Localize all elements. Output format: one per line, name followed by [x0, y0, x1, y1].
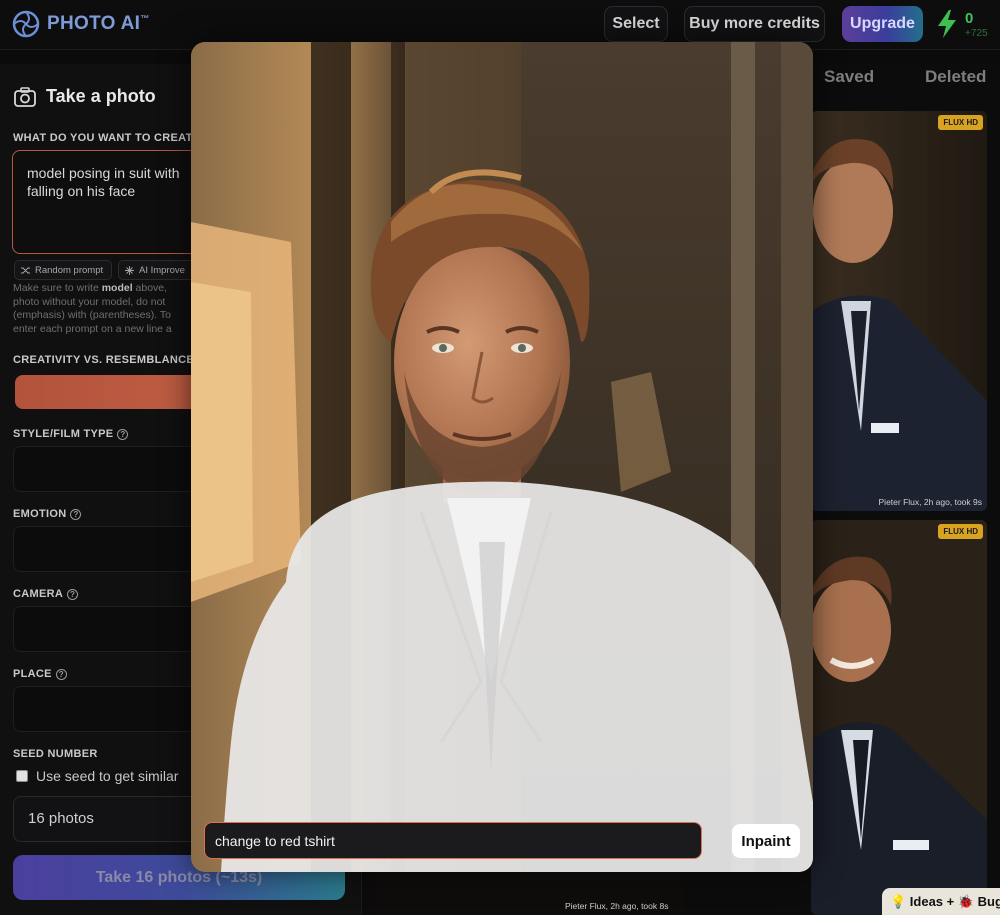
seed-checkbox-label: Use seed to get similar [36, 768, 179, 784]
credits-value: 0 [965, 10, 974, 27]
select-button[interactable]: Select [604, 6, 668, 42]
lightning-bolt-icon [938, 10, 956, 38]
ai-improve-label: AI Improve [139, 264, 185, 276]
place-label: PLACE ? [13, 668, 67, 680]
panel-title: Take a photo [46, 86, 156, 106]
inpaint-button[interactable]: Inpaint [732, 824, 800, 858]
photo-meta: Pieter Flux, 2h ago, took 8s [565, 901, 669, 911]
random-prompt-label: Random prompt [35, 264, 104, 276]
seed-checkbox-row[interactable]: Use seed to get similar [16, 768, 178, 784]
inpaint-photo-canvas[interactable] [191, 42, 813, 872]
gallery-photo-card[interactable]: FLUX HD [811, 520, 987, 915]
emotion-label: EMOTION ? [13, 508, 82, 520]
inpaint-modal: Inpaint [191, 42, 813, 872]
tab-saved[interactable]: Saved [824, 67, 874, 87]
help-icon[interactable]: ? [117, 428, 129, 440]
sparkle-icon [125, 265, 134, 275]
credits-counter[interactable]: 0 +725 [934, 8, 1000, 42]
credits-bonus: +725 [965, 28, 988, 39]
portrait-photo [811, 520, 987, 915]
app-logo[interactable]: PHOTO AI™ [12, 10, 150, 38]
ideas-bugs-floating[interactable]: 💡 Ideas + 🐞 Bugs [882, 888, 1000, 915]
portrait-photo [811, 111, 987, 511]
camera-label: CAMERA ? [13, 588, 79, 600]
logo-text: PHOTO AI™ [47, 13, 150, 34]
buy-credits-button[interactable]: Buy more credits [684, 6, 825, 42]
gallery-photo-card[interactable]: FLUX HD Pieter Flux, 2h ago, took 9s [811, 111, 987, 511]
help-icon[interactable]: ? [67, 588, 79, 600]
shuffle-icon [21, 267, 30, 273]
creativity-label: CREATIVITY VS. RESEMBLANCE [13, 354, 194, 366]
prompt-label: WHAT DO YOU WANT TO CREAT [13, 132, 193, 144]
model-badge: FLUX HD [938, 524, 983, 539]
upgrade-button[interactable]: Upgrade [842, 6, 923, 42]
model-badge: FLUX HD [938, 115, 983, 130]
style-label: STYLE/FILM TYPE ? [13, 428, 129, 440]
help-icon[interactable]: ? [70, 508, 82, 520]
photo-meta: Pieter Flux, 2h ago, took 9s [878, 497, 982, 507]
tab-deleted[interactable]: Deleted [925, 67, 986, 87]
panel-header: Take a photo [14, 86, 156, 107]
camera-icon [14, 86, 36, 107]
aperture-logo-icon [12, 10, 40, 38]
seed-label: SEED NUMBER [13, 748, 98, 760]
inpaint-prompt-input[interactable] [204, 822, 702, 859]
help-icon[interactable]: ? [55, 668, 67, 680]
seed-checkbox[interactable] [16, 770, 28, 782]
random-prompt-button[interactable]: Random prompt [14, 260, 112, 280]
